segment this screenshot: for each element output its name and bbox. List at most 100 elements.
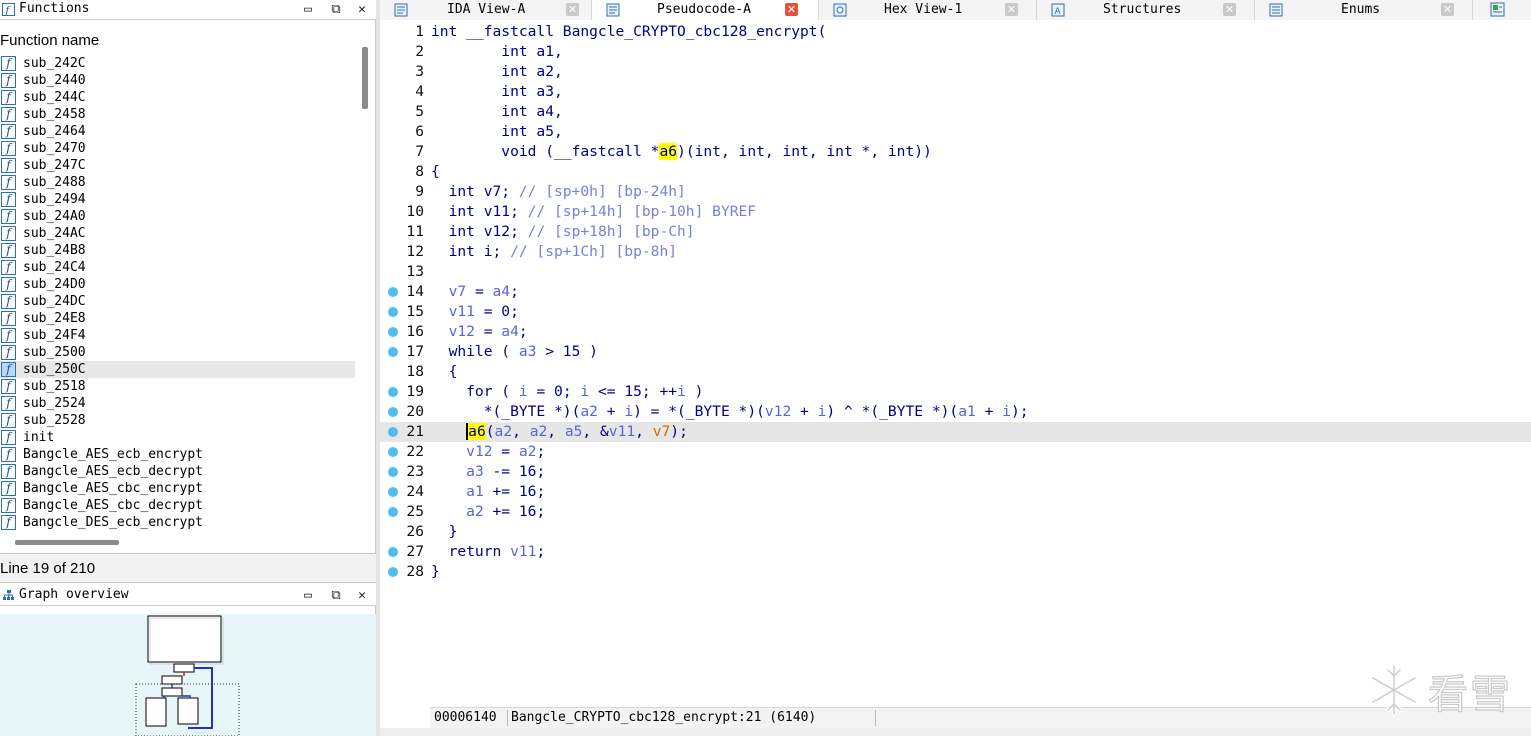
breakpoint-dot-icon[interactable] <box>388 467 398 477</box>
function-list-item[interactable]: f Bangcle_AES_ecb_decrypt <box>0 463 355 480</box>
function-list-item[interactable]: f sub_247C <box>0 157 355 174</box>
function-list-item[interactable]: f sub_244C <box>0 89 355 106</box>
function-list-item[interactable]: f sub_2494 <box>0 191 355 208</box>
code-text[interactable]: int a3, <box>431 82 563 102</box>
code-text[interactable]: v12 = a4; <box>431 322 528 342</box>
code-line[interactable]: 5 int a4, <box>380 102 1531 122</box>
breakpoint-dot-icon[interactable] <box>388 307 398 317</box>
function-list-item[interactable]: f sub_24C4 <box>0 259 355 276</box>
code-text[interactable]: int a5, <box>431 122 563 142</box>
function-list-item[interactable]: f sub_24E8 <box>0 310 355 327</box>
code-line[interactable]: 1 int __fastcall Bangcle_CRYPTO_cbc128_en… <box>380 22 1531 42</box>
function-list-item[interactable]: f sub_24F4 <box>0 327 355 344</box>
code-text[interactable]: a6(a2, a2, a5, &v11, v7); <box>431 422 688 442</box>
function-list-item[interactable]: f sub_2440 <box>0 72 355 89</box>
code-text[interactable]: while ( a3 > 15 ) <box>431 342 598 362</box>
close-tab-icon[interactable]: ✕ <box>566 3 579 16</box>
graph-minimize-icon[interactable]: ▭ <box>300 588 316 604</box>
functions-minimize-icon[interactable]: ▭ <box>300 2 316 18</box>
code-text[interactable]: *(_BYTE *)(a2 + i) = *(_BYTE *)(v12 + i)… <box>431 402 1029 422</box>
code-line[interactable]: 10 int v11; // [sp+14h] [bp-10h] BYREF <box>380 202 1531 222</box>
code-line[interactable]: 7 void (__fastcall *a6)(int, int, int, i… <box>380 142 1531 162</box>
function-list-item[interactable]: f sub_242C <box>0 55 355 72</box>
function-list-vertical-scrollbar[interactable] <box>362 47 368 109</box>
code-line[interactable]: 23 a3 -= 16; <box>380 462 1531 482</box>
function-list-item[interactable]: f sub_2458 <box>0 106 355 123</box>
functions-float-icon[interactable]: ⧉ <box>328 2 344 18</box>
breakpoint-dot-icon[interactable] <box>388 547 398 557</box>
code-text[interactable]: int __fastcall Bangcle_CRYPTO_cbc128_enc… <box>431 22 826 42</box>
code-text[interactable]: { <box>431 362 458 382</box>
pseudocode-view[interactable]: 1 int __fastcall Bangcle_CRYPTO_cbc128_en… <box>380 21 1531 707</box>
code-line[interactable]: 25 a2 += 16; <box>380 502 1531 522</box>
breakpoint-dot-icon[interactable] <box>388 427 398 437</box>
tab-pseudocode-a[interactable]: Pseudocode-A ✕ <box>592 0 819 20</box>
function-list-item[interactable]: f sub_2528 <box>0 412 355 429</box>
tab-structures[interactable]: A Structures ✕ <box>1037 0 1255 20</box>
code-line[interactable]: 14 v7 = a4; <box>380 282 1531 302</box>
tab-hex-view-1[interactable]: Hex View-1 ✕ <box>819 0 1037 20</box>
code-text[interactable]: int a1, <box>431 42 563 62</box>
breakpoint-dot-icon[interactable] <box>388 347 398 357</box>
code-text[interactable]: return v11; <box>431 542 546 562</box>
function-list-item[interactable]: f sub_2500 <box>0 344 355 361</box>
tab-enums[interactable]: Enums ✕ <box>1255 0 1473 20</box>
function-list-item[interactable]: f sub_250C <box>0 361 355 378</box>
breakpoint-dot-icon[interactable] <box>388 567 398 577</box>
function-list-item[interactable]: f sub_24DC <box>0 293 355 310</box>
code-line[interactable]: 8{ <box>380 162 1531 182</box>
breakpoint-dot-icon[interactable] <box>388 507 398 517</box>
code-line[interactable]: 15 v11 = 0; <box>380 302 1531 322</box>
function-list-item[interactable]: f Bangcle_AES_ecb_encrypt <box>0 446 355 463</box>
code-text[interactable]: int a2, <box>431 62 563 82</box>
function-list-item[interactable]: f sub_24B8 <box>0 242 355 259</box>
breakpoint-dot-icon[interactable] <box>388 407 398 417</box>
code-line[interactable]: 19 for ( i = 0; i <= 15; ++i ) <box>380 382 1531 402</box>
breakpoint-dot-icon[interactable] <box>388 327 398 337</box>
breakpoint-dot-icon[interactable] <box>388 287 398 297</box>
breakpoint-dot-icon[interactable] <box>388 447 398 457</box>
function-list-item[interactable]: f Bangcle_AES_cbc_decrypt <box>0 497 355 514</box>
function-list-item[interactable]: f sub_2464 <box>0 123 355 140</box>
code-line[interactable]: 18 { <box>380 362 1531 382</box>
function-list-item[interactable]: f sub_2524 <box>0 395 355 412</box>
breakpoint-dot-icon[interactable] <box>388 487 398 497</box>
code-line[interactable]: 4 int a3, <box>380 82 1531 102</box>
function-list-item[interactable]: f sub_24A0 <box>0 208 355 225</box>
functions-close-icon[interactable]: ✕ <box>354 2 370 18</box>
close-tab-icon[interactable]: ✕ <box>1223 3 1236 16</box>
function-list-item[interactable]: f Bangcle_DES_ecb_encrypt <box>0 514 355 531</box>
code-text[interactable]: v7 = a4; <box>431 282 519 302</box>
graph-close-icon[interactable]: ✕ <box>354 588 370 604</box>
code-line[interactable]: 22 v12 = a2; <box>380 442 1531 462</box>
code-text[interactable]: a3 -= 16; <box>431 462 545 482</box>
graph-float-icon[interactable]: ⧉ <box>328 588 344 604</box>
code-line[interactable]: 9 int v7; // [sp+0h] [bp-24h] <box>380 182 1531 202</box>
code-line[interactable]: 26 } <box>380 522 1531 542</box>
close-tab-icon[interactable]: ✕ <box>785 3 798 16</box>
code-text[interactable]: v12 = a2; <box>431 442 545 462</box>
code-line[interactable]: 27 return v11; <box>380 542 1531 562</box>
code-text[interactable]: a1 += 16; <box>431 482 545 502</box>
graph-overview-canvas[interactable] <box>0 614 376 736</box>
code-line[interactable]: 6 int a5, <box>380 122 1531 142</box>
code-text[interactable]: int v11; // [sp+14h] [bp-10h] BYREF <box>431 202 757 222</box>
function-list-horizontal-scrollbar[interactable] <box>15 540 119 545</box>
code-line[interactable]: 3 int a2, <box>380 62 1531 82</box>
pseudocode-lines[interactable]: 1 int __fastcall Bangcle_CRYPTO_cbc128_en… <box>380 22 1531 582</box>
function-name-column-header[interactable]: Function name <box>0 32 99 49</box>
code-text[interactable]: int v12; // [sp+18h] [bp-Ch] <box>431 222 695 242</box>
function-list-item[interactable]: f sub_24AC <box>0 225 355 242</box>
code-text[interactable]: } <box>431 562 440 582</box>
function-list-item[interactable]: f sub_2488 <box>0 174 355 191</box>
close-tab-icon[interactable]: ✕ <box>1005 3 1018 16</box>
function-list-item[interactable]: f sub_24D0 <box>0 276 355 293</box>
function-list-item[interactable]: f sub_2518 <box>0 378 355 395</box>
code-text[interactable]: int a4, <box>431 102 563 122</box>
code-line[interactable]: 13 <box>380 262 1531 282</box>
tab-ida-view-a[interactable]: IDA View-A ✕ <box>380 0 592 20</box>
code-line[interactable]: 11 int v12; // [sp+18h] [bp-Ch] <box>380 222 1531 242</box>
code-text[interactable]: a2 += 16; <box>431 502 545 522</box>
code-line[interactable]: 17 while ( a3 > 15 ) <box>380 342 1531 362</box>
function-list-item[interactable]: f init <box>0 429 355 446</box>
